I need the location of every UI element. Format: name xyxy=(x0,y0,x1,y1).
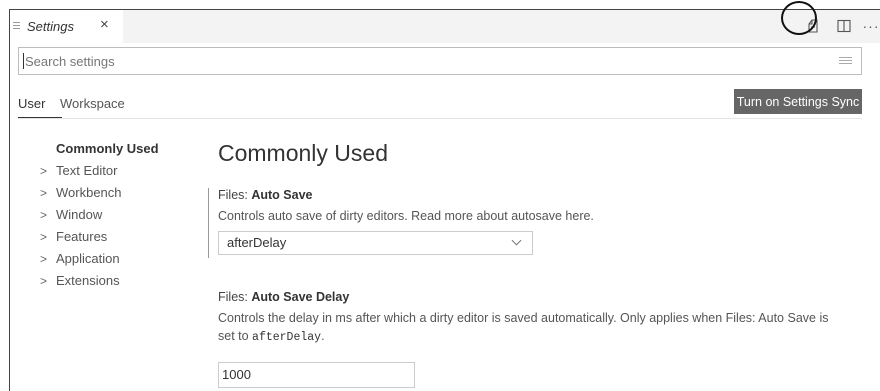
search-input[interactable] xyxy=(25,52,805,70)
toc-item-window[interactable]: > Window xyxy=(39,204,189,226)
highlight-circle xyxy=(781,1,817,35)
chevron-right-icon: > xyxy=(40,186,48,200)
table-of-contents: Commonly Used > Text Editor > Workbench > W… xyxy=(39,138,189,292)
setting-title: Files: Auto Save Delay xyxy=(218,290,350,304)
toc-item-commonly-used[interactable]: Commonly Used xyxy=(39,138,189,160)
tab-workspace[interactable]: Workspace xyxy=(60,96,125,111)
turn-on-settings-sync-button[interactable]: Turn on Settings Sync xyxy=(734,89,862,114)
dropdown-value: afterDelay xyxy=(227,235,287,250)
focused-setting-indicator xyxy=(208,188,209,258)
toc-item-application[interactable]: > Application xyxy=(39,248,189,270)
setting-auto-save: Files: Auto Save Controls auto save of d… xyxy=(218,188,594,255)
setting-description: Controls the delay in ms after which a d… xyxy=(218,311,829,344)
tab-user[interactable]: User xyxy=(18,96,45,111)
clear-filter-icon[interactable] xyxy=(839,57,852,67)
chevron-down-icon xyxy=(511,235,522,246)
editor-tab-bar: Settings × ··· xyxy=(10,10,880,43)
text-caret xyxy=(23,53,24,69)
chevron-right-icon: > xyxy=(40,274,48,288)
section-title: Commonly Used xyxy=(218,140,388,166)
chevron-right-icon: > xyxy=(40,230,48,244)
toc-item-workbench[interactable]: > Workbench xyxy=(39,182,189,204)
chevron-right-icon: > xyxy=(40,252,48,266)
more-actions-icon[interactable]: ··· xyxy=(861,16,880,36)
inline-code: afterDelay xyxy=(252,331,322,344)
setting-description: Controls auto save of dirty editors. Rea… xyxy=(218,209,594,223)
setting-auto-save-delay: Files: Auto Save Delay Controls the dela… xyxy=(218,290,848,388)
tab-title: Settings xyxy=(27,19,74,34)
tab-settings[interactable]: Settings × xyxy=(10,10,123,43)
close-icon[interactable]: × xyxy=(100,17,109,33)
setting-title: Files: Auto Save xyxy=(218,188,313,202)
toc-item-features[interactable]: > Features xyxy=(39,226,189,248)
auto-save-delay-input[interactable]: 1000 xyxy=(218,362,415,388)
toc-item-text-editor[interactable]: > Text Editor xyxy=(39,160,189,182)
auto-save-dropdown[interactable]: afterDelay xyxy=(218,231,533,255)
chevron-right-icon: > xyxy=(40,164,48,178)
chevron-right-icon: > xyxy=(40,208,48,222)
split-editor-icon[interactable] xyxy=(834,16,854,36)
toc-item-extensions[interactable]: > Extensions xyxy=(39,270,189,292)
search-settings-field[interactable] xyxy=(18,47,862,75)
menu-lines-icon xyxy=(13,22,21,30)
divider xyxy=(18,118,862,119)
